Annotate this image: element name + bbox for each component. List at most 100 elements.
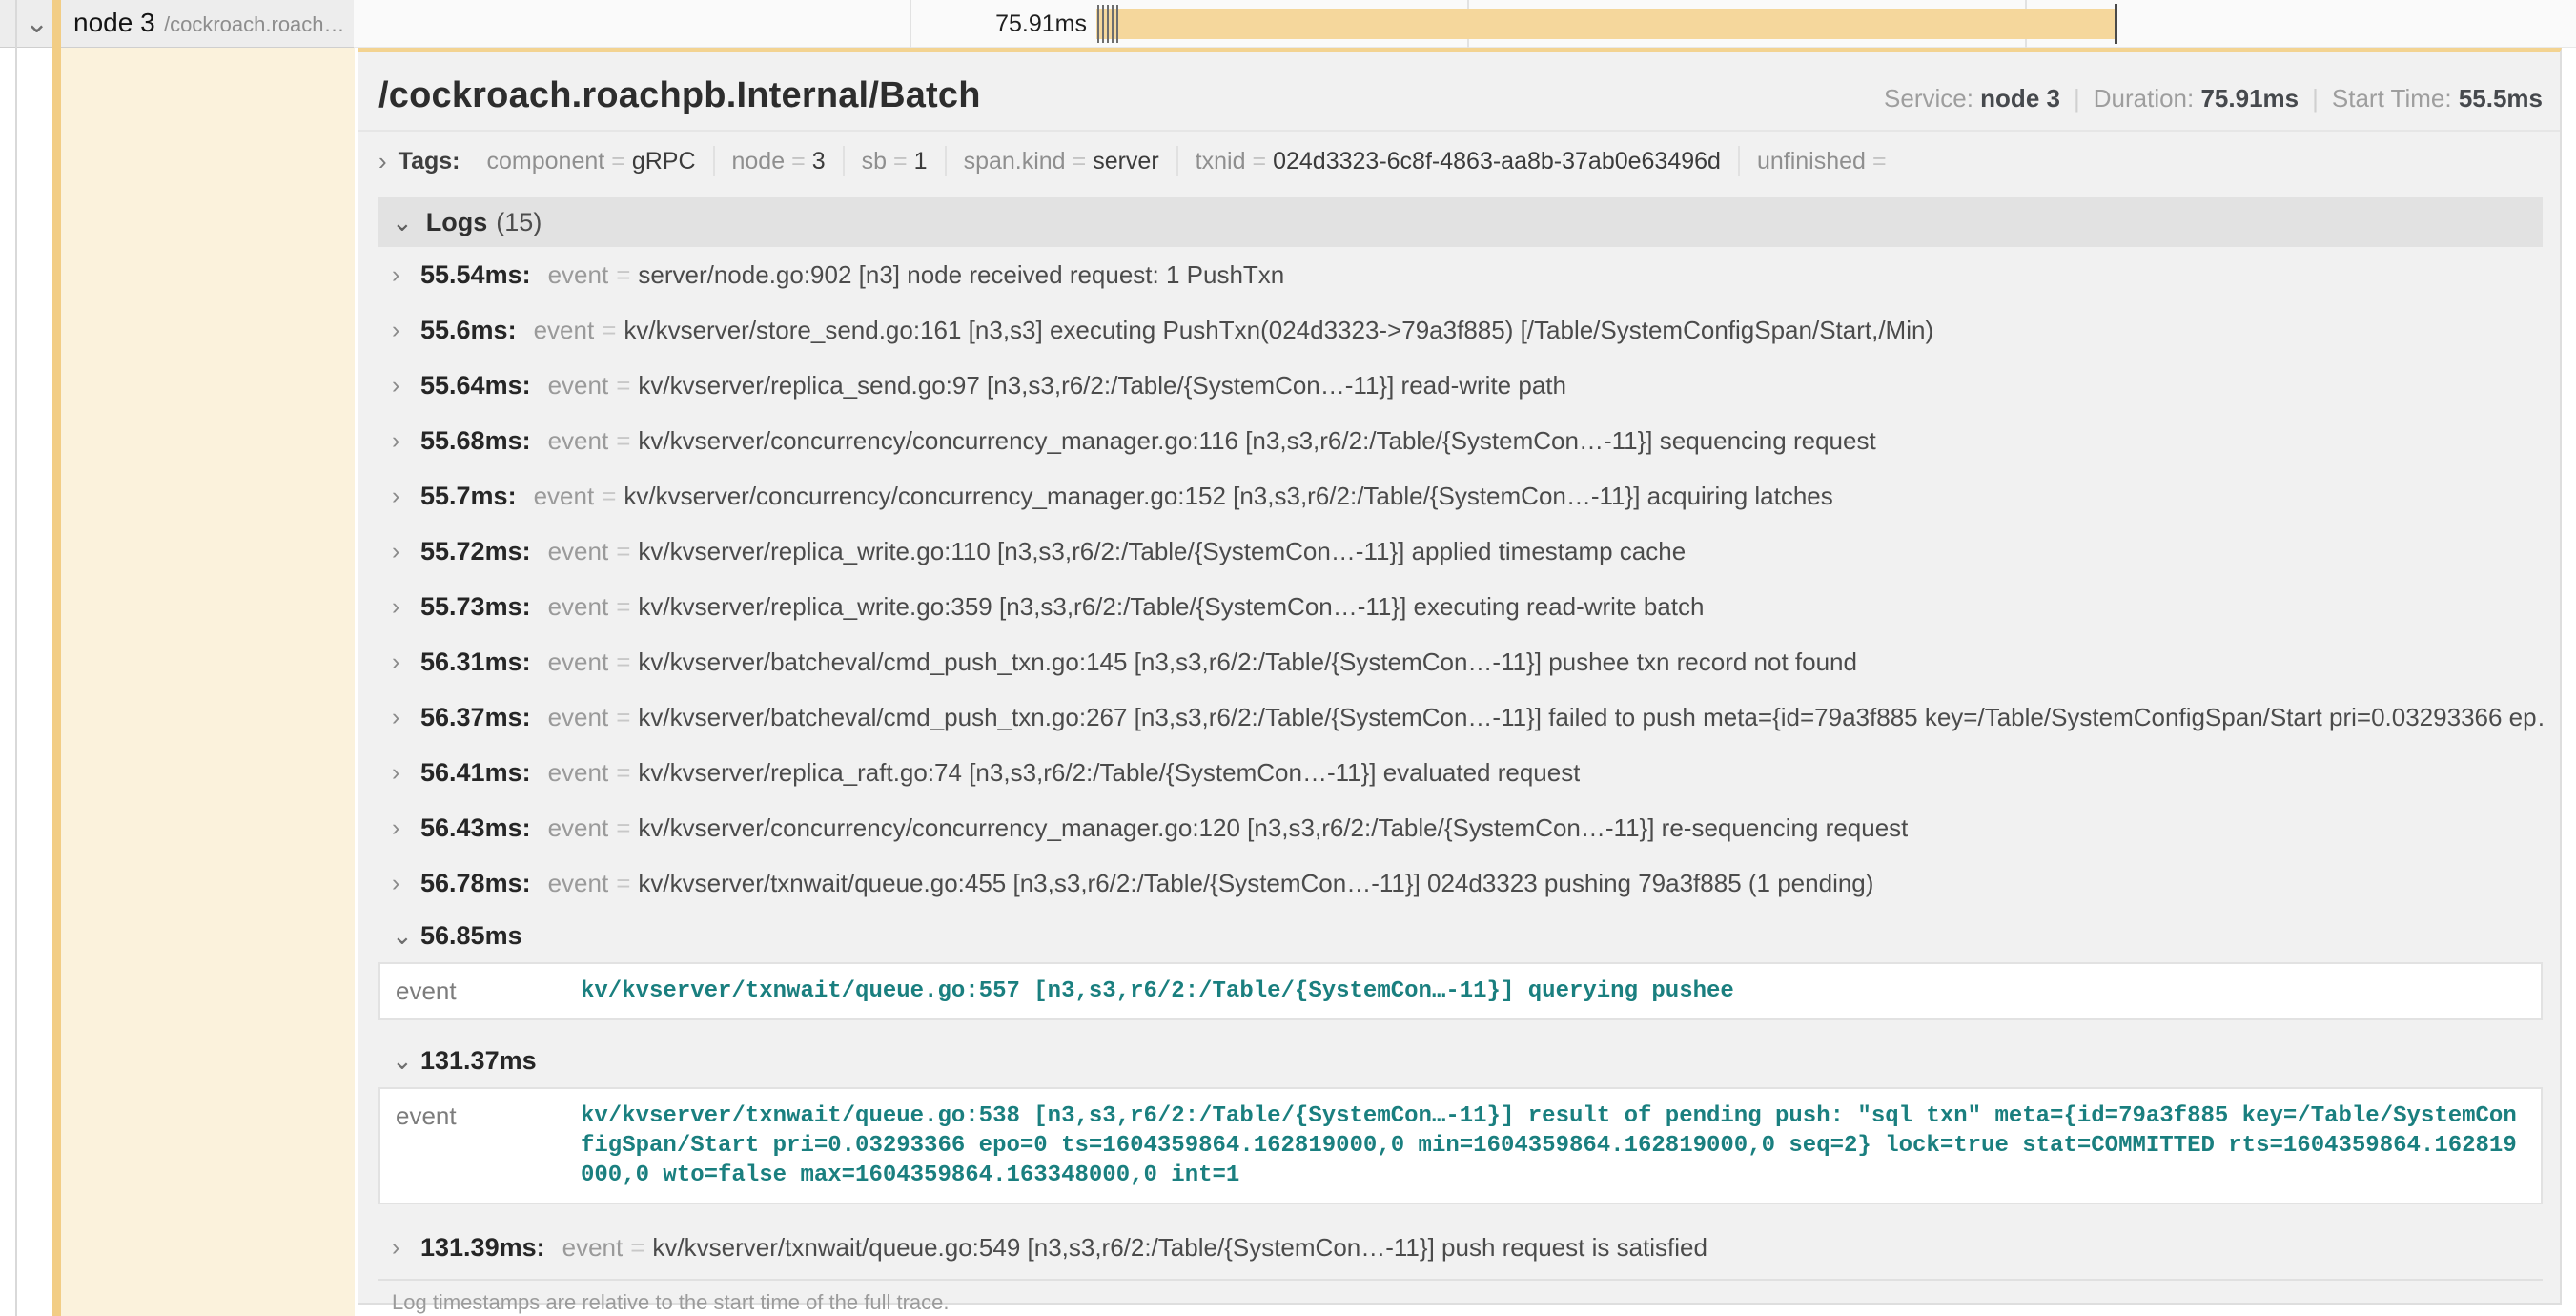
tag-value: 1: [914, 148, 928, 175]
log-message: kv/kvserver/batcheval/cmd_push_txn.go:26…: [638, 703, 2543, 732]
span-color-strip: [52, 0, 61, 1316]
chevron-down-icon[interactable]: ⌄: [392, 1046, 420, 1076]
log-row[interactable]: ›55.7ms:event=kv/kvserver/concurrency/co…: [378, 468, 2543, 524]
log-message: kv/kvserver/txnwait/queue.go:549 [n3,s3,…: [652, 1233, 1707, 1263]
log-field-key: event: [548, 537, 609, 566]
log-field-value: kv/kvserver/txnwait/queue.go:557 [n3,s3,…: [581, 964, 2541, 1018]
log-timestamp: 56.85ms: [420, 921, 522, 951]
tag-item: node=3: [715, 146, 845, 176]
tag-equals: =: [1245, 148, 1273, 175]
log-row[interactable]: ›56.41ms:event=kv/kvserver/replica_raft.…: [378, 745, 2543, 800]
chevron-right-icon[interactable]: ›: [392, 870, 420, 897]
chevron-right-icon[interactable]: ›: [392, 814, 420, 842]
meta-label: Service:: [1884, 84, 1980, 113]
tag-equals: =: [1866, 148, 1893, 175]
tag-key: node: [732, 148, 786, 175]
log-row[interactable]: ›56.78ms:event=kv/kvserver/txnwait/queue…: [378, 855, 2543, 911]
log-field-key: event: [534, 316, 595, 345]
chevron-right-icon[interactable]: ›: [392, 704, 420, 731]
log-equals: =: [608, 813, 638, 843]
log-row-expanded-header[interactable]: ⌄131.37ms: [378, 1036, 2543, 1085]
log-row[interactable]: ›55.72ms:event=kv/kvserver/replica_write…: [378, 524, 2543, 579]
span-timeline-row[interactable]: 75.91ms: [354, 0, 2576, 48]
chevron-right-icon[interactable]: ›: [392, 261, 420, 289]
chevron-right-icon[interactable]: ›: [392, 427, 420, 455]
log-row[interactable]: ›131.39ms:event=kv/kvserver/txnwait/queu…: [378, 1220, 2543, 1275]
log-timestamp: 55.68ms:: [420, 426, 531, 456]
log-field-key: event: [548, 260, 609, 290]
span-duration-bar[interactable]: [1096, 9, 2116, 39]
log-row[interactable]: ›55.6ms:event=kv/kvserver/store_send.go:…: [378, 302, 2543, 358]
chevron-right-icon[interactable]: ›: [392, 538, 420, 565]
log-field-key: event: [548, 648, 609, 677]
log-timestamp: 55.7ms:: [420, 482, 517, 511]
logs-list: ›55.54ms:event=server/node.go:902 [n3] n…: [378, 247, 2543, 1275]
chevron-right-icon[interactable]: ›: [392, 372, 420, 400]
chevron-right-icon[interactable]: ›: [392, 1234, 420, 1262]
chevron-right-icon[interactable]: ›: [392, 648, 420, 676]
chevron-right-icon[interactable]: ›: [392, 483, 420, 510]
log-marker-end-tick: [2115, 4, 2117, 44]
tag-key: txnid: [1196, 148, 1246, 175]
tag-equals: =: [1066, 148, 1094, 175]
log-row-expanded-header[interactable]: ⌄56.85ms: [378, 911, 2543, 960]
log-timestamp: 55.54ms:: [420, 260, 531, 290]
span-operation-name: /cockroach.roach…: [164, 12, 345, 37]
log-message: kv/kvserver/concurrency/concurrency_mana…: [638, 813, 1908, 843]
logs-footer-note: Log timestamps are relative to the start…: [378, 1279, 2543, 1316]
chevron-right-icon[interactable]: ›: [392, 593, 420, 621]
log-message: kv/kvserver/replica_send.go:97 [n3,s3,r6…: [638, 371, 1566, 401]
log-timestamp: 56.31ms:: [420, 648, 531, 677]
chevron-right-icon[interactable]: ›: [392, 317, 420, 344]
log-row[interactable]: ›55.64ms:event=kv/kvserver/replica_send.…: [378, 358, 2543, 413]
meta-value: 75.91ms: [2200, 84, 2299, 113]
chevron-right-icon[interactable]: ›: [378, 147, 387, 176]
log-equals: =: [608, 426, 638, 456]
log-equals: =: [608, 260, 638, 290]
log-marker-ticks: [1097, 5, 1121, 43]
span-detail-meta: Service: node 3|Duration: 75.91ms|Start …: [1884, 84, 2543, 113]
tag-equals: =: [604, 148, 632, 175]
log-message: server/node.go:902 [n3] node received re…: [638, 260, 1284, 290]
tag-equals: =: [785, 148, 812, 175]
log-timestamp: 55.64ms:: [420, 371, 531, 401]
logs-title: Logs: [426, 208, 488, 237]
log-message: kv/kvserver/replica_raft.go:74 [n3,s3,r6…: [638, 758, 1580, 788]
log-message: kv/kvserver/concurrency/concurrency_mana…: [638, 426, 1875, 456]
log-field-key: event: [548, 813, 609, 843]
log-row[interactable]: ›56.37ms:event=kv/kvserver/batcheval/cmd…: [378, 689, 2543, 745]
meta-separator: |: [2299, 84, 2332, 113]
log-field-key: event: [380, 1089, 581, 1203]
log-equals: =: [594, 316, 624, 345]
log-row[interactable]: ›56.43ms:event=kv/kvserver/concurrency/c…: [378, 800, 2543, 855]
chevron-down-icon[interactable]: ⌄: [392, 208, 413, 237]
log-event-detail-box: eventkv/kvserver/txnwait/queue.go:538 [n…: [378, 1087, 2543, 1204]
log-field-key: event: [562, 1233, 624, 1263]
tags-label: Tags:: [399, 148, 460, 175]
log-equals: =: [608, 537, 638, 566]
chevron-right-icon[interactable]: ›: [392, 759, 420, 787]
chevron-down-icon[interactable]: ⌄: [392, 921, 420, 951]
span-detail-header: /cockroach.roachpb.Internal/Batch Servic…: [358, 52, 2560, 132]
span-detail-title: /cockroach.roachpb.Internal/Batch: [378, 75, 981, 116]
log-message: kv/kvserver/concurrency/concurrency_mana…: [624, 482, 1832, 511]
meta-value: 55.5ms: [2459, 84, 2543, 113]
collapse-span-chevron-down-icon[interactable]: ⌄: [25, 6, 49, 42]
tags-list: component=gRPCnode=3sb=1span.kind=server…: [470, 148, 1911, 175]
log-timestamp: 55.72ms:: [420, 537, 531, 566]
log-message: kv/kvserver/store_send.go:161 [n3,s3] ex…: [624, 316, 1933, 345]
log-row[interactable]: ›55.54ms: event=server/node.go:902 [n3] n…: [378, 247, 2543, 302]
meta-label: Duration:: [2094, 84, 2201, 113]
tag-item: unfinished=: [1740, 146, 1911, 176]
tag-item: component=gRPC: [470, 146, 715, 176]
meta-separator: |: [2060, 84, 2094, 113]
log-row[interactable]: ›56.31ms:event=kv/kvserver/batcheval/cmd…: [378, 634, 2543, 689]
log-row[interactable]: ›55.68ms:event=kv/kvserver/concurrency/c…: [378, 413, 2543, 468]
tags-accordion[interactable]: › Tags: component=gRPCnode=3sb=1span.kin…: [358, 132, 2560, 188]
logs-accordion-header[interactable]: ⌄ Logs (15): [378, 197, 2543, 247]
tag-item: span.kind=server: [947, 146, 1178, 176]
log-row[interactable]: ›55.73ms:event=kv/kvserver/replica_write…: [378, 579, 2543, 634]
span-duration-label: 75.91ms: [896, 10, 1087, 38]
log-timestamp: 56.78ms:: [420, 869, 531, 898]
tag-item: sb=1: [845, 146, 947, 176]
